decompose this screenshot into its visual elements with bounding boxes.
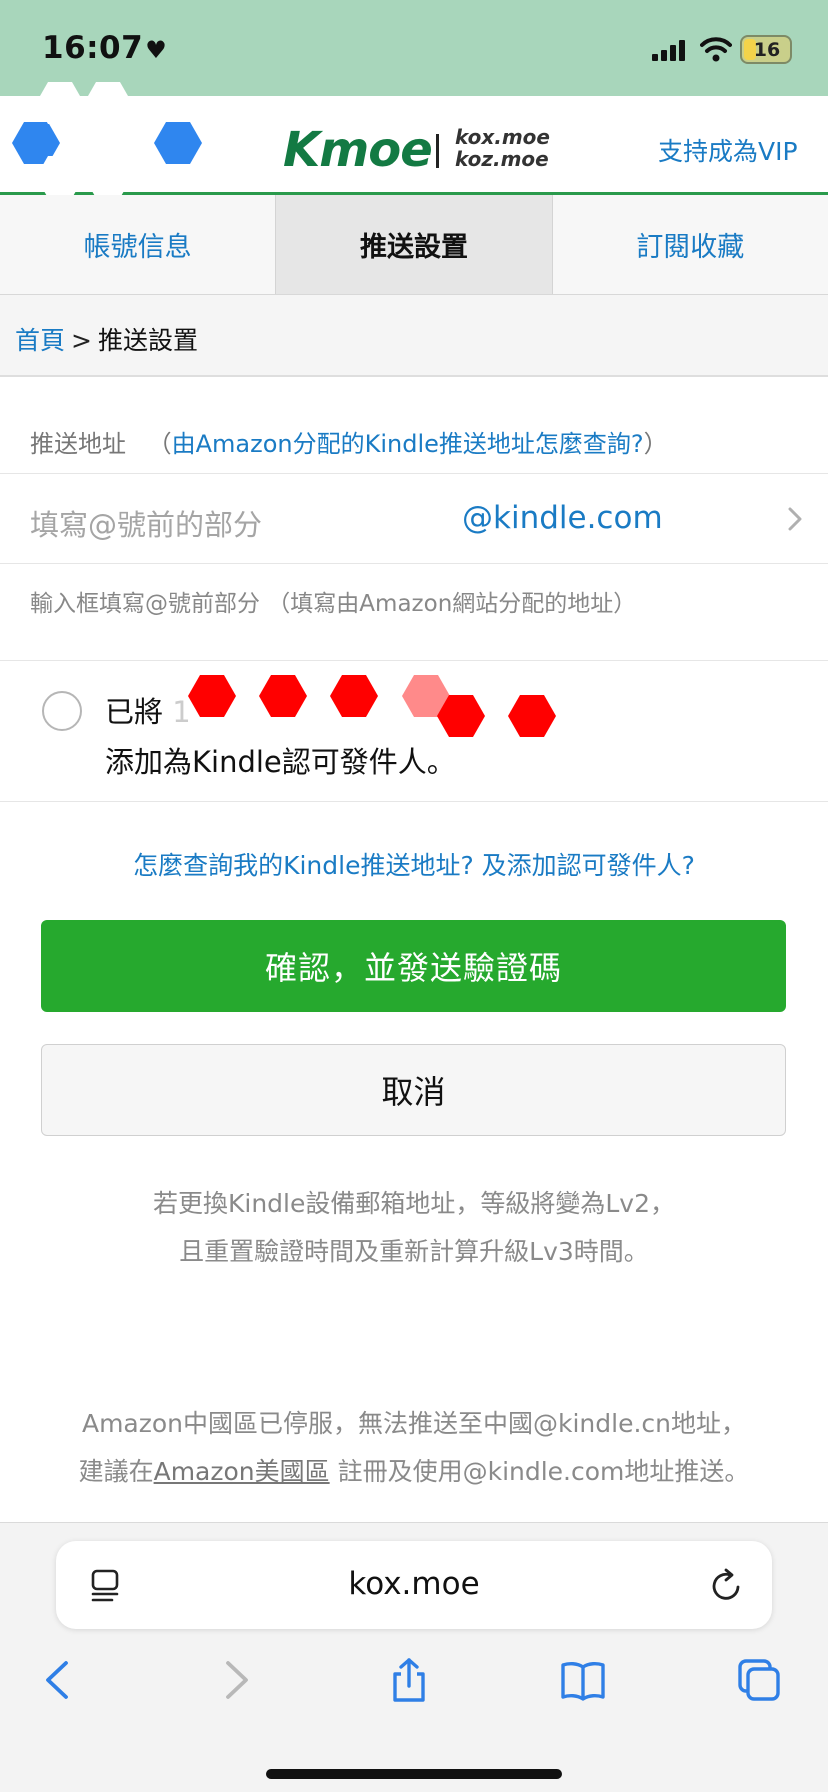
approve-partial: 1: [172, 695, 191, 729]
footer-line: Amazon中國區已停服，無法推送至中國@kindle.cn地址，: [81, 1409, 747, 1438]
footer-text: 建議在: [78, 1457, 154, 1486]
logo-domains: kox.moe koz.moe: [455, 126, 550, 170]
clock: 16:07♥: [42, 30, 168, 66]
note-line: 若更換Kindle設備郵箱地址，等級將變為Lv2，: [152, 1189, 675, 1218]
url-text[interactable]: kox.moe: [56, 1566, 772, 1602]
paren-open: （: [147, 430, 172, 458]
redaction-hexagon: [508, 695, 556, 737]
paren-close: ）: [643, 430, 668, 458]
field-label: 推送地址: [30, 430, 126, 458]
kindle-address-input[interactable]: 填寫@號前的部分: [30, 502, 262, 544]
battery-icon: 16: [740, 35, 792, 64]
kindle-help-link[interactable]: 怎麼查詢我的Kindle推送地址? 及添加認可發件人?: [0, 846, 828, 882]
logo-divider: [436, 134, 439, 168]
breadcrumb-current: 推送設置: [97, 326, 198, 355]
divider: [0, 563, 828, 564]
back-icon[interactable]: [36, 1657, 82, 1703]
logo-domain: kox.moe: [455, 125, 550, 149]
wifi-icon: [700, 37, 732, 62]
status-bar: 16:07♥ 16: [0, 0, 828, 96]
page: 16:07♥ 16 Kmoe kox.moe koz.moe 支持成為VIP 帳…: [0, 0, 828, 1792]
chevron-right-icon[interactable]: [784, 504, 806, 534]
approve-prefix: 已將: [105, 695, 164, 729]
breadcrumb-separator: >: [71, 326, 92, 355]
tab-push-settings[interactable]: 推送設置: [275, 195, 553, 294]
amazon-region-note: Amazon中國區已停服，無法推送至中國@kindle.cn地址， 建議在Ama…: [0, 1400, 828, 1496]
home-indicator: [266, 1769, 562, 1779]
approved-sender-checkbox[interactable]: [42, 691, 82, 731]
footer-text: 註冊及使用@kindle.com地址推送。: [329, 1457, 750, 1486]
bookmarks-icon[interactable]: [560, 1657, 606, 1703]
site-logo[interactable]: Kmoe: [283, 122, 433, 178]
site-header: Kmoe kox.moe koz.moe 支持成為VIP: [0, 82, 828, 198]
cancel-button[interactable]: 取消: [41, 1044, 786, 1136]
tab-account-info[interactable]: 帳號信息: [0, 195, 276, 294]
logo-domain: koz.moe: [455, 147, 549, 171]
forward-icon[interactable]: [214, 1657, 260, 1703]
share-icon[interactable]: [386, 1657, 432, 1703]
vip-link[interactable]: 支持成為VIP: [658, 132, 798, 168]
note-line: 且重置驗證時間及重新計算升級Lv3時間。: [179, 1237, 649, 1266]
amazon-us-link[interactable]: Amazon美國區: [154, 1457, 330, 1486]
reload-icon[interactable]: [710, 1567, 744, 1603]
breadcrumb: 首頁 > 推送設置: [0, 295, 828, 377]
cellular-signal-icon: [652, 40, 685, 61]
tab-subscriptions[interactable]: 訂閱收藏: [552, 195, 828, 294]
address-help-link[interactable]: 由Amazon分配的Kindle推送地址怎麼查詢?: [172, 430, 644, 458]
browser-toolbar: kox.moe: [0, 1522, 828, 1792]
battery-level: 16: [753, 39, 781, 61]
confirm-send-code-button[interactable]: 確認，並發送驗證碼: [41, 920, 786, 1012]
level-change-note: 若更換Kindle設備郵箱地址，等級將變為Lv2， 且重置驗證時間及重新計算升級…: [0, 1180, 828, 1276]
push-address-label: 推送地址 （由Amazon分配的Kindle推送地址怎麼查詢?）: [30, 424, 668, 459]
kindle-address-input-row[interactable]: 填寫@號前的部分 @kindle.com: [0, 474, 828, 564]
tabs-icon[interactable]: [736, 1657, 782, 1703]
heart-icon: ♥: [145, 36, 168, 64]
approve-line2: 添加為Kindle認可發件人。: [105, 745, 456, 779]
breadcrumb-home[interactable]: 首頁: [15, 326, 65, 355]
redaction-hexagon: [154, 122, 202, 164]
address-bar[interactable]: kox.moe: [56, 1541, 772, 1629]
account-tabs: 帳號信息 推送設置 訂閱收藏: [0, 195, 828, 295]
kindle-domain-select[interactable]: @kindle.com: [462, 500, 663, 536]
approved-sender-row[interactable]: 已將 1 添加為Kindle認可發件人。: [0, 660, 828, 802]
input-hint: 輸入框填寫@號前部分 （填寫由Amazon網站分配的地址）: [30, 591, 637, 617]
